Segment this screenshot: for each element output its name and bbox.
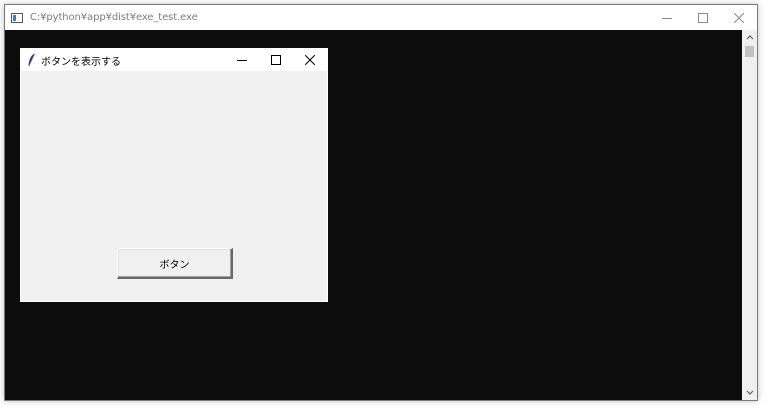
close-icon (305, 55, 315, 65)
tk-minimize-button[interactable] (225, 49, 259, 71)
tk-titlebar[interactable]: ボタンを表示する (21, 49, 327, 71)
console-titlebar[interactable]: C:¥python¥app¥dist¥exe_test.exe (5, 5, 757, 30)
close-icon (734, 12, 744, 23)
console-minimize-button[interactable] (649, 5, 685, 30)
scroll-up-button[interactable] (742, 30, 757, 44)
minimize-icon (237, 60, 247, 61)
feather-icon (28, 53, 35, 67)
chevron-up-icon (746, 35, 753, 40)
console-maximize-button[interactable] (685, 5, 721, 30)
show-button[interactable]: ボタン (117, 248, 233, 279)
tk-close-button[interactable] (293, 49, 327, 71)
scroll-thumb[interactable] (745, 46, 754, 57)
maximize-icon (698, 12, 708, 23)
tk-maximize-button[interactable] (259, 49, 293, 71)
console-window-title: C:¥python¥app¥dist¥exe_test.exe (30, 12, 198, 23)
console-window-controls (649, 5, 757, 30)
vertical-scrollbar[interactable] (742, 30, 757, 400)
console-close-button[interactable] (721, 5, 757, 30)
scroll-down-button[interactable] (742, 386, 757, 400)
console-app-icon (11, 12, 23, 23)
chevron-down-icon (746, 390, 753, 395)
minimize-icon (662, 17, 672, 19)
tk-window: ボタンを表示する ボタン (20, 48, 328, 302)
maximize-icon (271, 55, 281, 65)
tk-window-title: ボタンを表示する (41, 56, 121, 68)
tk-window-controls (225, 49, 327, 71)
